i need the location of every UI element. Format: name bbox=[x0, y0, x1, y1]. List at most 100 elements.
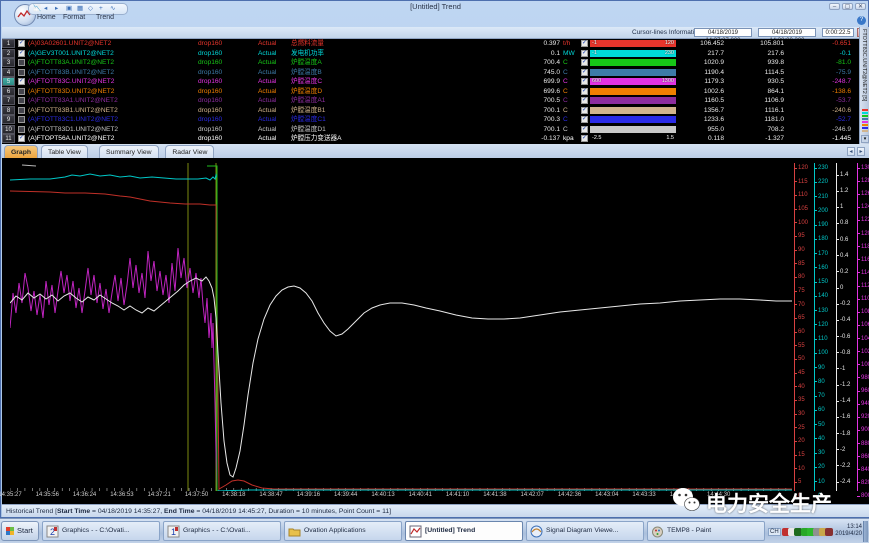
table-row[interactable]: 1✓(A)03A02601.UNIT2@NET2drop160Actual总燃料… bbox=[2, 39, 859, 49]
table-side-strip[interactable]: FTOTT83C.UNIT2@NET2 [5] ▾ bbox=[859, 27, 869, 144]
tab-scroll-right-icon[interactable]: ▸ bbox=[857, 147, 865, 156]
signal-drop: drop160 bbox=[198, 134, 253, 144]
maximize-button[interactable]: ▢ bbox=[842, 3, 853, 10]
tab-graph[interactable]: Graph bbox=[4, 145, 38, 158]
cursor-diff-value: -138.6 bbox=[788, 87, 851, 97]
cursor-row-checkbox[interactable]: ✓ bbox=[581, 107, 588, 114]
start-button[interactable]: Start bbox=[1, 521, 39, 541]
tab-table-view[interactable]: Table View bbox=[41, 145, 88, 158]
cursor2-value: 939.8 bbox=[718, 58, 784, 68]
table-row[interactable]: 6(A)FTOTT83D.UNIT2@NET2drop160Actual炉膛温度… bbox=[2, 87, 859, 97]
cursor2-value: 708.2 bbox=[718, 125, 784, 135]
language-indicator[interactable]: CH bbox=[768, 528, 781, 536]
table-row[interactable]: 10(A)FTOTT83D1.UNIT2@NET2drop160Actual炉膛… bbox=[2, 125, 859, 135]
row-checkbox[interactable] bbox=[18, 116, 25, 123]
menu-home[interactable]: Home bbox=[37, 14, 56, 21]
tab-summary-view[interactable]: Summary View bbox=[99, 145, 159, 158]
signal-unit: MW bbox=[563, 49, 581, 59]
axis-tick bbox=[794, 236, 797, 237]
show-desktop-button[interactable] bbox=[863, 521, 868, 542]
axis-tick bbox=[836, 465, 839, 466]
signal-drop: drop160 bbox=[198, 125, 253, 135]
cursor-row-checkbox[interactable]: ✓ bbox=[581, 88, 588, 95]
taskbar-button-paint[interactable]: TEMP8 - Paint bbox=[647, 521, 765, 541]
table-row[interactable]: 11✓(A)FTOPT56A.UNIT2@NET2drop160Actual炉膛… bbox=[2, 134, 859, 144]
axis-label: 30 bbox=[818, 450, 825, 456]
row-number: 6 bbox=[2, 87, 15, 96]
taskbar-button-graphics-1[interactable]: 1Graphics - - C:\Ovati... bbox=[163, 521, 281, 541]
row-number: 10 bbox=[2, 125, 15, 134]
signal-name: (A)GEV3T001.UNIT2@NET2 bbox=[28, 49, 196, 59]
row-checkbox[interactable] bbox=[18, 107, 25, 114]
taskbar-button-signal[interactable]: Signal Diagram Viewe... bbox=[526, 521, 644, 541]
row-checkbox[interactable] bbox=[18, 88, 25, 95]
axis-tick bbox=[794, 209, 797, 210]
cursor-row-checkbox[interactable]: ✓ bbox=[581, 78, 588, 85]
time-label: 14:40:41 bbox=[400, 492, 440, 498]
row-checkbox[interactable]: ✓ bbox=[18, 50, 25, 57]
axis-label: 1080 bbox=[861, 309, 869, 315]
signal-description: 炉膛温度C1 bbox=[291, 115, 441, 125]
row-checkbox[interactable] bbox=[18, 69, 25, 76]
chart-window-dropdown-icon[interactable]: ▣ bbox=[66, 5, 72, 12]
axis-label: 0.8 bbox=[840, 220, 848, 226]
row-checkbox[interactable]: ✓ bbox=[18, 135, 25, 142]
cursor-row-checkbox[interactable]: ✓ bbox=[581, 126, 588, 133]
menu-trend[interactable]: Trend bbox=[96, 14, 114, 21]
time-label: 14:38:47 bbox=[251, 492, 291, 498]
add-dropdown-icon[interactable]: + bbox=[99, 5, 103, 12]
trend-chart-dropdown-icon[interactable]: 📉 bbox=[33, 5, 41, 12]
axis-label: 1020 bbox=[861, 349, 869, 355]
cursor-row-checkbox[interactable]: ✓ bbox=[581, 116, 588, 123]
cursor-delta-field[interactable]: 0:00:22.5 bbox=[822, 28, 854, 37]
menu-format[interactable]: Format bbox=[63, 14, 85, 21]
taskbar-button-graphics-2[interactable]: 2Graphics - - C:\Ovati... bbox=[42, 521, 160, 541]
row-checkbox[interactable]: ✓ bbox=[18, 40, 25, 47]
cursor-row-checkbox[interactable]: ✓ bbox=[581, 40, 588, 47]
cursor-row-checkbox[interactable]: ✓ bbox=[581, 135, 588, 142]
tray-icon[interactable] bbox=[825, 528, 833, 536]
row-checkbox[interactable] bbox=[18, 97, 25, 104]
tab-radar-view[interactable]: Radar View bbox=[165, 145, 214, 158]
tab-scroll-left-icon[interactable]: ◂ bbox=[847, 147, 855, 156]
cursor-time2-field[interactable]: 04/18/2019 14:38:00.300 bbox=[758, 28, 816, 37]
table-row[interactable]: 2✓(A)GEV3T001.UNIT2@NET2drop160Actual发电机… bbox=[2, 49, 859, 59]
forward-arrow-icon[interactable]: ▸ bbox=[55, 5, 58, 12]
signal-line-icon[interactable]: ∿ bbox=[110, 5, 115, 12]
close-button[interactable]: ✕ bbox=[855, 3, 866, 10]
axis-tick bbox=[836, 401, 839, 402]
row-checkbox[interactable] bbox=[18, 59, 25, 66]
trend-plot[interactable] bbox=[10, 163, 792, 491]
table-row[interactable]: 8(A)FTOTT83B1.UNIT2@NET2drop160Actual炉膛温… bbox=[2, 106, 859, 116]
table-row[interactable]: 5✓(A)FTOTT83C.UNIT2@NET2drop160Actual炉膛温… bbox=[2, 77, 859, 87]
row-checkbox[interactable] bbox=[18, 126, 25, 133]
trend-graph-area[interactable]: 1201151101051009590858075706560555045403… bbox=[2, 158, 869, 504]
taskbar-button-trend[interactable]: [Untitled] Trend bbox=[405, 521, 523, 541]
cursor-row-checkbox[interactable]: ✓ bbox=[581, 97, 588, 104]
table-row[interactable]: 9(A)FTOTT83C1.UNIT2@NET2drop160Actual炉膛温… bbox=[2, 115, 859, 125]
table-row[interactable]: 7(A)FTOTT83A1.UNIT2@NET2drop160Actual炉膛温… bbox=[2, 96, 859, 106]
row-checkbox[interactable]: ✓ bbox=[18, 78, 25, 85]
axis-tick bbox=[836, 271, 839, 272]
table-row[interactable]: 3(A)FTOTT83A.UNIT2@NET2drop160Actual炉膛温度… bbox=[2, 58, 859, 68]
cursor-row-checkbox[interactable]: ✓ bbox=[581, 50, 588, 57]
signal-unit: C bbox=[563, 96, 581, 106]
back-arrow-icon[interactable]: ◂ bbox=[44, 5, 47, 12]
strip-scroll-down-icon[interactable]: ▾ bbox=[861, 135, 869, 143]
taskbar-clock[interactable]: 13:142019/4/20 bbox=[834, 524, 862, 538]
signal-unit: C bbox=[563, 106, 581, 116]
signal-table: 1✓(A)03A02601.UNIT2@NET2drop160Actual总燃料… bbox=[2, 39, 859, 144]
table-row[interactable]: 4(A)FTOTT83B.UNIT2@NET2drop160Actual炉膛温度… bbox=[2, 68, 859, 78]
grid-icon[interactable]: ▦ bbox=[77, 5, 83, 12]
minimize-button[interactable]: ‒ bbox=[829, 3, 840, 10]
cursor-row-checkbox[interactable]: ✓ bbox=[581, 59, 588, 66]
cursor-row-checkbox[interactable]: ✓ bbox=[581, 69, 588, 76]
cursor-time1-field[interactable]: 04/18/2019 14:37:37.800 bbox=[694, 28, 752, 37]
time-label: 14:39:44 bbox=[326, 492, 366, 498]
highlight-icon[interactable]: ◇ bbox=[88, 5, 93, 12]
taskbar-button-folder[interactable]: Ovation Applications bbox=[284, 521, 402, 541]
cursor-lines-label: Cursor-lines Information: bbox=[632, 29, 703, 36]
help-icon[interactable]: ? bbox=[857, 16, 866, 25]
trend-window: [Untitled] Trend ‒ ▢ ✕ 📉◂▸▣▦◇+∿ Home For… bbox=[0, 0, 869, 518]
row-number: 7 bbox=[2, 96, 15, 105]
